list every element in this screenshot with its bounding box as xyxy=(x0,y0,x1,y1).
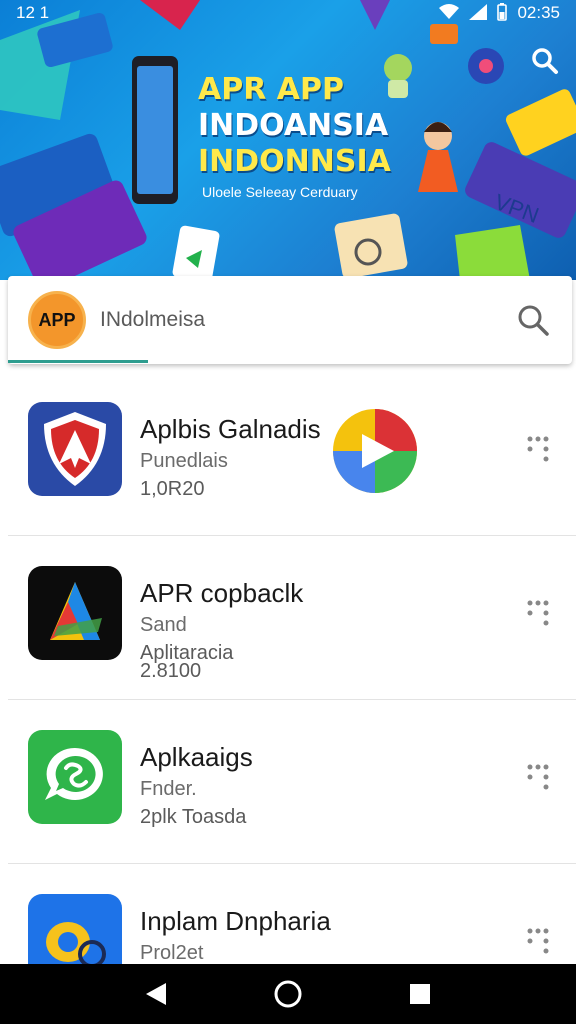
more-options-icon[interactable] xyxy=(524,926,554,960)
app-name: Inplam Dnpharia xyxy=(140,906,331,936)
app-category: Prol2et xyxy=(140,942,204,964)
promo-banner[interactable]: APR APP INDOANSIA INDONNSIA Uloele Selee… xyxy=(0,0,576,280)
back-icon[interactable] xyxy=(136,974,176,1014)
status-left-text: 12 1 xyxy=(16,3,50,22)
play-store-icon xyxy=(332,408,418,494)
status-bar: 12 1 02:35 xyxy=(0,0,576,26)
more-options-icon[interactable] xyxy=(524,434,554,468)
banner-title-line3: INDONNSIA xyxy=(198,144,391,179)
tab-indicator xyxy=(8,360,148,363)
search-input[interactable]: INdolmeisa xyxy=(100,308,514,332)
app-name: Aplbis Galnadis xyxy=(140,414,321,444)
list-item[interactable]: Aplbis Galnadis Punedlais 1,0R20 xyxy=(8,372,576,536)
app-name: APR copbaclk xyxy=(140,578,304,608)
app-category: Fnder. xyxy=(140,778,197,800)
battery-icon xyxy=(497,2,508,24)
recents-icon[interactable] xyxy=(400,974,440,1014)
app-list: Aplbis Galnadis Punedlais 1,0R20 APR cop… xyxy=(8,372,576,1024)
search-bar[interactable]: APP INdolmeisa xyxy=(8,276,572,364)
app-category: Sand xyxy=(140,614,187,636)
more-options-icon[interactable] xyxy=(524,762,554,796)
signal-icon xyxy=(469,3,488,23)
banner-search-icon[interactable] xyxy=(530,46,560,76)
app-category: Punedlais xyxy=(140,450,228,472)
chat-app-icon xyxy=(28,730,122,824)
app-downloads: 1,0R20 xyxy=(140,478,205,500)
banner-title: APR APP INDOANSIA INDONNSIA xyxy=(198,72,391,180)
app-downloads: 2.8100 xyxy=(140,660,202,682)
list-item[interactable]: Aplkaaigs Fnder. 2plk Toasda xyxy=(8,700,576,864)
search-icon[interactable] xyxy=(514,301,552,339)
more-options-icon[interactable] xyxy=(524,598,554,632)
navigation-bar xyxy=(0,964,576,1024)
home-icon[interactable] xyxy=(268,974,308,1014)
status-time: 02:35 xyxy=(517,3,560,22)
app-store-logo: APP xyxy=(28,291,86,349)
list-item[interactable]: APR copbaclk Sand Aplitaracia 2.8100 xyxy=(8,536,576,700)
banner-subtitle: Uloele Seleeay Cerduary xyxy=(202,184,358,200)
wifi-icon xyxy=(439,3,460,23)
screen: APR APP INDOANSIA INDONNSIA Uloele Selee… xyxy=(0,0,576,1024)
banner-title-line2: INDOANSIA xyxy=(198,108,389,143)
triangle-app-icon xyxy=(28,566,122,660)
shield-app-icon xyxy=(28,402,122,496)
app-name: Aplkaaigs xyxy=(140,742,253,772)
banner-title-line1: APR APP xyxy=(198,72,344,107)
app-downloads: 2plk Toasda xyxy=(140,806,247,828)
